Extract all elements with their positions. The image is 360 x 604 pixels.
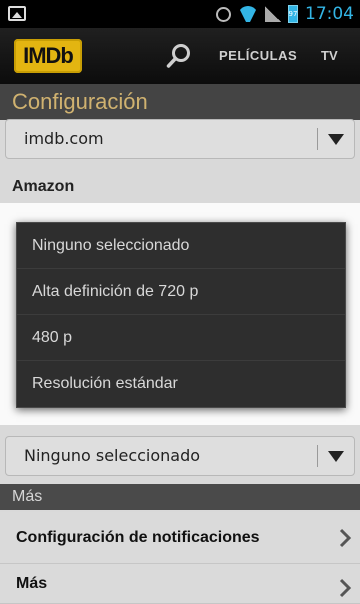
notification-settings-row[interactable]: Configuración de notificaciones <box>0 512 360 564</box>
signal-icon <box>265 6 281 22</box>
mas-section-header: Más <box>0 484 360 510</box>
app-header: IMDb PELÍCULAS TV <box>0 28 360 84</box>
select-divider <box>317 445 318 467</box>
amazon-quality-select[interactable]: Ninguno seleccionado <box>5 436 355 476</box>
chevron-down-icon <box>328 134 344 145</box>
chevron-down-icon <box>328 451 344 462</box>
imdb-logo[interactable]: IMDb <box>14 39 82 73</box>
status-icons: 97 17:04 <box>216 0 354 28</box>
more-label: Más <box>16 575 48 592</box>
nav-tv[interactable]: TV <box>321 48 338 63</box>
popup-option[interactable]: 480 p <box>17 315 345 361</box>
more-row[interactable]: Más <box>0 564 360 604</box>
search-icon[interactable] <box>166 43 192 69</box>
select-divider <box>317 128 318 150</box>
popup-option[interactable]: Resolución estándar <box>17 361 345 407</box>
amazon-quality-select-value: Ninguno seleccionado <box>24 446 201 465</box>
site-select-value: imdb.com <box>24 129 104 148</box>
wifi-icon <box>238 6 258 22</box>
chevron-right-icon <box>339 578 352 598</box>
nav-peliculas[interactable]: PELÍCULAS <box>219 48 297 63</box>
clock: 17:04 <box>305 4 354 24</box>
popup-option[interactable]: Ninguno seleccionado <box>17 223 345 269</box>
chevron-right-icon <box>339 528 352 548</box>
popup-option[interactable]: Alta definición de 720 p <box>17 269 345 315</box>
battery-icon: 97 <box>288 5 298 23</box>
image-notification-icon <box>8 6 26 21</box>
quality-popup-menu: Ninguno seleccionado Alta definición de … <box>16 222 346 408</box>
status-bar: 97 17:04 <box>0 0 360 28</box>
alarm-icon <box>216 6 231 22</box>
page-title: Configuración <box>0 84 360 120</box>
site-select[interactable]: imdb.com <box>5 119 355 159</box>
amazon-label: Amazon <box>12 178 75 195</box>
notification-settings-label: Configuración de notificaciones <box>16 529 260 546</box>
